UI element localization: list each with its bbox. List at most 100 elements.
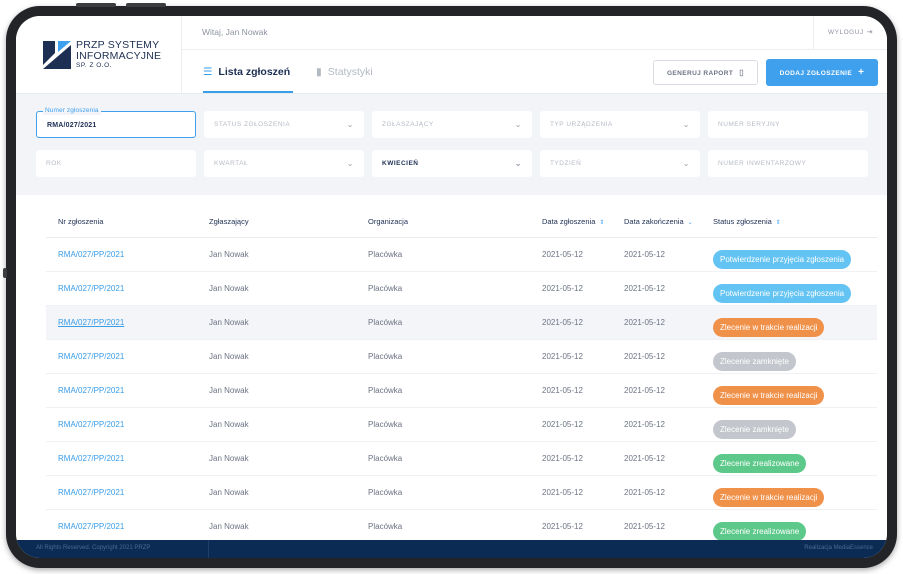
request-number-link[interactable]: RMA/027/PP/2021 — [58, 420, 124, 429]
status-badge: Zlecenie zrealizowane — [713, 454, 807, 473]
sort-icon[interactable]: ⇕ — [599, 220, 604, 226]
logo-mark-icon — [43, 41, 71, 69]
bar-chart-icon: ▮ — [316, 66, 322, 78]
date-closed-cell: 2021-05-12 — [624, 318, 665, 327]
status-badge: Zlecenie zamknięte — [713, 420, 796, 439]
request-number-input[interactable]: Numer zgłoszenia RMA/027/2021 — [36, 106, 196, 138]
logo-line-2: INFORMACYJNE — [76, 50, 162, 62]
request-number-link[interactable]: RMA/027/PP/2021 — [58, 522, 124, 531]
reporter-cell: Jan Nowak — [209, 250, 249, 259]
request-number-link[interactable]: RMA/027/PP/2021 — [58, 352, 124, 361]
filter-panel: Numer zgłoszenia RMA/027/2021 STATUS ZGŁ… — [16, 94, 887, 195]
col-date-closed-label: Data zakończenia — [624, 217, 684, 226]
device-button — [76, 3, 116, 7]
date-reported-cell: 2021-05-12 — [542, 352, 583, 361]
chevron-down-icon: ⌄ — [514, 159, 522, 168]
organization-cell: Placówka — [368, 488, 403, 497]
year-placeholder: ROK — [46, 160, 62, 167]
serial-placeholder: NUMER SERYJNY — [718, 121, 781, 128]
organization-cell: Placówka — [368, 250, 403, 259]
footer-divider — [208, 540, 209, 558]
status-select[interactable]: STATUS ZGŁOSZENIA ⌄ — [204, 111, 364, 138]
copyright-text: All Rights Reserved. Copyright 2021 PRZP — [36, 545, 151, 551]
serial-number-input[interactable]: NUMER SERYJNY — [708, 111, 868, 138]
col-status[interactable]: Status zgłoszenia ⇕ — [713, 217, 781, 226]
reporter-cell: Jan Nowak — [209, 420, 249, 429]
status-badge: Potwierdzenie przyjęcia zgłoszenia — [713, 250, 852, 269]
table-row[interactable]: RMA/027/PP/2021 Jan Nowak Placówka 2021-05-… — [46, 476, 877, 510]
week-select[interactable]: TYDZIEŃ ⌄ — [540, 150, 700, 177]
col-date-closed[interactable]: Data zakończenia ⌄ — [624, 217, 693, 226]
request-number-link[interactable]: RMA/027/PP/2021 — [58, 454, 124, 463]
table-row[interactable]: RMA/027/PP/2021 Jan Nowak Placówka 2021-05-… — [46, 238, 877, 272]
logout-button[interactable]: WYLOGUJ ⇥ — [813, 16, 887, 50]
inventory-number-input[interactable]: NUMER INWENTARZOWY — [708, 150, 868, 177]
company-logo[interactable]: PRZP SYSTEMY INFORMACYJNE SP. Z O.O. — [16, 16, 182, 94]
logout-icon: ⇥ — [866, 29, 874, 36]
sort-icon[interactable]: ⇕ — [776, 220, 781, 226]
year-input[interactable]: ROK — [36, 150, 196, 177]
organization-cell: Placówka — [368, 284, 403, 293]
col-reporter[interactable]: Zgłaszający — [209, 217, 249, 226]
month-select[interactable]: KWIECIEŃ ⌄ — [372, 150, 532, 177]
chevron-down-icon: ⌄ — [682, 159, 690, 168]
document-icon: ▯ — [739, 68, 745, 77]
add-request-button[interactable]: DODAJ ZGŁOSZENIE + — [766, 59, 878, 86]
request-number-link[interactable]: RMA/027/PP/2021 — [58, 488, 124, 497]
request-number-link[interactable]: RMA/027/PP/2021 — [58, 250, 124, 259]
chevron-down-icon: ⌄ — [514, 120, 522, 129]
generate-report-button[interactable]: GENERUJ RAPORT ▯ — [653, 60, 758, 85]
sort-desc-icon[interactable]: ⌄ — [688, 220, 693, 226]
table-row[interactable]: RMA/027/PP/2021 Jan Nowak Placówka 2021-05-… — [46, 374, 877, 408]
organization-cell: Placówka — [368, 420, 403, 429]
welcome-bar: Witaj, Jan Nowak WYLOGUJ ⇥ — [182, 16, 887, 50]
table-header: Nr zgłoszenia Zgłaszający Organizacja Da… — [46, 204, 877, 238]
date-closed-cell: 2021-05-12 — [624, 352, 665, 361]
table-row[interactable]: RMA/027/PP/2021 Jan Nowak Placówka 2021-05-… — [46, 442, 877, 476]
request-number-link[interactable]: RMA/027/PP/2021 — [58, 386, 124, 395]
quarter-placeholder: KWARTAŁ — [214, 160, 249, 167]
screen: PRZP SYSTEMY INFORMACYJNE SP. Z O.O. Wit… — [16, 16, 887, 558]
col-organization[interactable]: Organizacja — [368, 217, 408, 226]
plus-icon: + — [858, 67, 865, 78]
credits-link[interactable]: Realizacja MediaEssence — [804, 545, 873, 551]
date-closed-cell: 2021-05-12 — [624, 386, 665, 395]
add-label: DODAJ ZGŁOSZENIE — [779, 70, 853, 77]
date-reported-cell: 2021-05-12 — [542, 284, 583, 293]
logo-line-3: SP. Z O.O. — [76, 62, 112, 69]
request-number-link[interactable]: RMA/027/PP/2021 — [58, 284, 124, 293]
organization-cell: Placówka — [368, 386, 403, 395]
date-closed-cell: 2021-05-12 — [624, 454, 665, 463]
status-badge: Zlecenie w trakcie realizacji — [713, 488, 825, 507]
requests-table: Nr zgłoszenia Zgłaszający Organizacja Da… — [46, 204, 877, 544]
device-button — [3, 268, 7, 278]
date-reported-cell: 2021-05-12 — [542, 454, 583, 463]
reporter-cell: Jan Nowak — [209, 522, 249, 531]
tab-request-list[interactable]: ☰ Lista zgłoszeń — [203, 58, 293, 93]
table-row[interactable]: RMA/027/PP/2021 Jan Nowak Placówka 2021-05-… — [46, 408, 877, 442]
reporter-cell: Jan Nowak — [209, 284, 249, 293]
col-number[interactable]: Nr zgłoszenia — [58, 217, 103, 226]
table-row[interactable]: RMA/027/PP/2021 Jan Nowak Placówka 2021-05-… — [46, 272, 877, 306]
request-number-label: Numer zgłoszenia — [43, 106, 101, 115]
table-row[interactable]: RMA/027/PP/2021 Jan Nowak Placówka 2021-05-… — [46, 510, 877, 544]
tab-statistics[interactable]: ▮ Statystyki — [316, 58, 373, 93]
chevron-down-icon: ⌄ — [682, 120, 690, 129]
device-type-select[interactable]: TYP URZĄDZENIA ⌄ — [540, 111, 700, 138]
date-closed-cell: 2021-05-12 — [624, 420, 665, 429]
table-row[interactable]: RMA/027/PP/2021 Jan Nowak Placówka 2021-05-… — [46, 306, 877, 340]
reporter-select[interactable]: ZGŁASZAJĄCY ⌄ — [372, 111, 532, 138]
date-reported-cell: 2021-05-12 — [542, 318, 583, 327]
month-value: KWIECIEŃ — [382, 160, 419, 167]
device-button — [126, 3, 166, 7]
date-closed-cell: 2021-05-12 — [624, 522, 665, 531]
col-date-reported[interactable]: Data zgłoszenia ⇕ — [542, 217, 604, 226]
reporter-cell: Jan Nowak — [209, 488, 249, 497]
table-row[interactable]: RMA/027/PP/2021 Jan Nowak Placówka 2021-05-… — [46, 340, 877, 374]
date-closed-cell: 2021-05-12 — [624, 250, 665, 259]
request-number-link[interactable]: RMA/027/PP/2021 — [58, 318, 124, 327]
quarter-select[interactable]: KWARTAŁ ⌄ — [204, 150, 364, 177]
tab-label: Lista zgłoszeń — [218, 66, 291, 78]
inventory-placeholder: NUMER INWENTARZOWY — [718, 160, 807, 167]
status-badge: Zlecenie zrealizowane — [713, 522, 807, 541]
